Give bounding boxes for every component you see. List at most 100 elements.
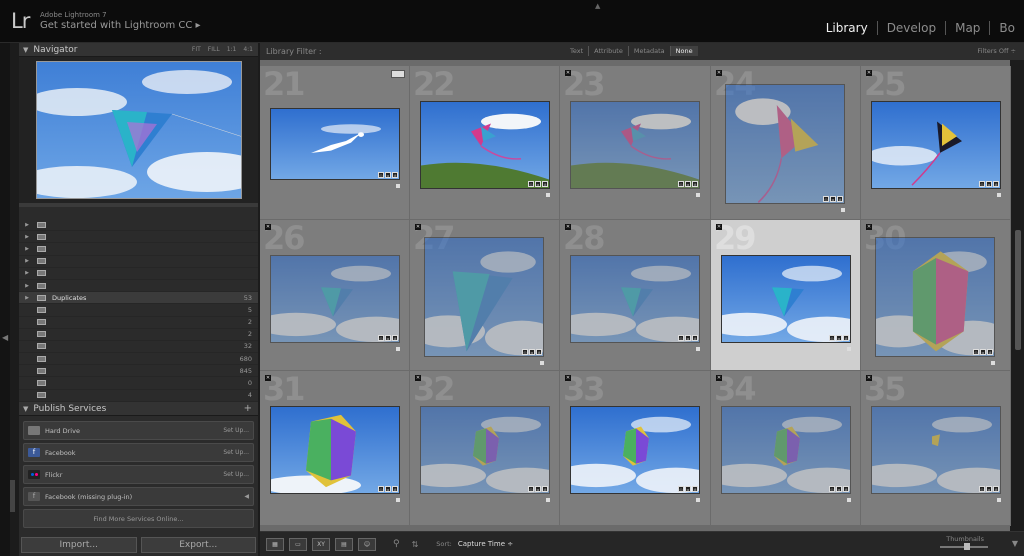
- quick-collection-marker-icon[interactable]: [546, 498, 550, 502]
- quick-collection-marker-icon[interactable]: [696, 498, 700, 502]
- collection-badge-icon[interactable]: ▫: [830, 196, 836, 202]
- collection-row[interactable]: ▶ Duplicates 53: [19, 292, 258, 305]
- service-expand-icon[interactable]: ◀: [244, 493, 249, 500]
- thumbnail-cell[interactable]: 22 ◇ ▫ ±: [410, 66, 560, 220]
- reject-flag-icon[interactable]: ✕: [565, 70, 571, 76]
- develop-badge-icon[interactable]: ±: [692, 181, 698, 187]
- collection-badge-icon[interactable]: ▫: [535, 181, 541, 187]
- service-setup-button[interactable]: Set Up...: [223, 471, 249, 478]
- keyword-badge-icon[interactable]: ◇: [973, 349, 979, 355]
- develop-badge-icon[interactable]: ±: [843, 486, 849, 492]
- keyword-badge-icon[interactable]: ◇: [823, 196, 829, 202]
- navigator-preview-image[interactable]: [35, 61, 242, 199]
- collection-row[interactable]: ▶: [19, 268, 258, 280]
- quick-collection-marker-icon[interactable]: [396, 184, 400, 188]
- survey-view-button[interactable]: ▤: [335, 537, 353, 551]
- reject-flag-icon[interactable]: ✕: [716, 224, 722, 230]
- thumbnail-image[interactable]: [420, 406, 550, 494]
- reject-flag-icon[interactable]: ✕: [866, 70, 872, 76]
- expand-triangle-icon[interactable]: ▶: [19, 283, 33, 289]
- reject-flag-icon[interactable]: ✕: [265, 224, 271, 230]
- service-facebook-missing[interactable]: f Facebook (missing plug-in) ◀: [23, 487, 254, 506]
- keyword-badge-icon[interactable]: ◇: [829, 335, 835, 341]
- quick-collection-marker-icon[interactable]: [847, 347, 851, 351]
- filter-tab-none[interactable]: None: [670, 46, 698, 56]
- expand-triangle-icon[interactable]: ▶: [19, 295, 33, 301]
- filter-tab-metadata[interactable]: Metadata: [629, 46, 671, 56]
- thumbnail-cell[interactable]: 33 ✕ ◇ ▫ ±: [560, 371, 711, 526]
- reject-flag-icon[interactable]: ✕: [866, 375, 872, 381]
- reject-flag-icon[interactable]: ✕: [565, 224, 571, 230]
- reject-flag-icon[interactable]: ✕: [415, 224, 421, 230]
- quick-collection-marker-icon[interactable]: [540, 361, 544, 365]
- keyword-badge-icon[interactable]: ◇: [829, 486, 835, 492]
- keyword-badge-icon[interactable]: ◇: [528, 181, 534, 187]
- reject-flag-icon[interactable]: ✕: [415, 375, 421, 381]
- keyword-badge-icon[interactable]: ◇: [678, 181, 684, 187]
- stack-badge-icon[interactable]: [391, 70, 405, 78]
- collection-row[interactable]: 4: [19, 390, 258, 402]
- thumbnail-cell[interactable]: 32 ✕ ◇ ▫ ±: [410, 371, 560, 526]
- thumbnail-image[interactable]: [270, 406, 400, 494]
- develop-badge-icon[interactable]: ±: [392, 335, 398, 341]
- thumbnail-image[interactable]: [875, 237, 995, 357]
- collection-badge-icon[interactable]: ▫: [980, 349, 986, 355]
- thumbnail-cell[interactable]: 28 ✕ ◇ ▫ ±: [560, 220, 711, 371]
- top-panel-toggle-icon[interactable]: ▲: [595, 2, 600, 10]
- collection-badge-icon[interactable]: ▫: [385, 172, 391, 178]
- service-setup-button[interactable]: Set Up...: [223, 449, 249, 456]
- develop-badge-icon[interactable]: ±: [542, 486, 548, 492]
- keyword-badge-icon[interactable]: ◇: [979, 181, 985, 187]
- grid-scrollbar[interactable]: [1012, 60, 1024, 540]
- keyword-badge-icon[interactable]: ◇: [979, 486, 985, 492]
- toolbar-menu-chevron-icon[interactable]: ▼: [1012, 539, 1018, 548]
- thumbnail-image[interactable]: [270, 255, 400, 343]
- keyword-badge-icon[interactable]: ◇: [378, 486, 384, 492]
- module-develop[interactable]: Develop: [878, 21, 947, 35]
- thumbnail-cell[interactable]: 24 ✕ ◇ ▫ ±: [711, 66, 861, 220]
- thumbnail-cell[interactable]: 23 ✕ ◇ ▫ ±: [560, 66, 711, 220]
- develop-badge-icon[interactable]: ±: [993, 486, 999, 492]
- develop-badge-icon[interactable]: ±: [392, 486, 398, 492]
- navigator-header[interactable]: ▼ Navigator FIT FILL 1:1 4:1: [19, 43, 258, 57]
- thumbnail-image[interactable]: [871, 101, 1001, 189]
- navigator-preview[interactable]: [19, 57, 258, 207]
- develop-badge-icon[interactable]: ±: [542, 181, 548, 187]
- thumbnail-image[interactable]: [570, 101, 700, 189]
- publish-services-header[interactable]: ▼ Publish Services +: [19, 402, 258, 416]
- quick-collection-marker-icon[interactable]: [696, 347, 700, 351]
- sort-dropdown[interactable]: Capture Time ÷: [458, 540, 513, 548]
- collection-row[interactable]: 32: [19, 341, 258, 354]
- expand-triangle-icon[interactable]: ▶: [19, 234, 33, 240]
- import-button[interactable]: Import...: [21, 537, 137, 553]
- expand-triangle-icon[interactable]: ▶: [19, 246, 33, 252]
- thumbnail-cell[interactable]: 29 ✕ ◇ ▫ ±: [711, 220, 861, 371]
- service-flickr[interactable]: Flickr Set Up...: [23, 465, 254, 484]
- service-hard-drive[interactable]: Hard Drive Set Up...: [23, 421, 254, 440]
- develop-badge-icon[interactable]: ±: [837, 196, 843, 202]
- collection-badge-icon[interactable]: ▫: [836, 486, 842, 492]
- zoom-fit[interactable]: FIT: [192, 46, 201, 53]
- service-facebook[interactable]: f Facebook Set Up...: [23, 443, 254, 462]
- collection-row[interactable]: 2: [19, 329, 258, 341]
- quick-collection-marker-icon[interactable]: [396, 347, 400, 351]
- collection-row[interactable]: ▶: [19, 231, 258, 244]
- zoom-1-1[interactable]: 1:1: [227, 46, 237, 53]
- collapse-triangle-icon[interactable]: ▼: [23, 405, 28, 413]
- collection-row[interactable]: ▶: [19, 243, 258, 256]
- compare-view-button[interactable]: XY: [312, 537, 330, 551]
- develop-badge-icon[interactable]: ±: [536, 349, 542, 355]
- thumbnail-size-slider[interactable]: [940, 543, 988, 550]
- keyword-badge-icon[interactable]: ◇: [522, 349, 528, 355]
- quick-collection-marker-icon[interactable]: [396, 498, 400, 502]
- collection-badge-icon[interactable]: ▫: [986, 181, 992, 187]
- collection-row[interactable]: 680: [19, 353, 258, 366]
- thumbnail-cell[interactable]: 30✕◇▫±: [861, 220, 1011, 371]
- develop-badge-icon[interactable]: ±: [692, 335, 698, 341]
- thumbnail-image[interactable]: [570, 255, 700, 343]
- thumbnail-image[interactable]: [871, 406, 1001, 494]
- collection-badge-icon[interactable]: ▫: [385, 335, 391, 341]
- develop-badge-icon[interactable]: ±: [993, 181, 999, 187]
- collection-row[interactable]: 845: [19, 365, 258, 378]
- collection-row[interactable]: 5: [19, 304, 258, 317]
